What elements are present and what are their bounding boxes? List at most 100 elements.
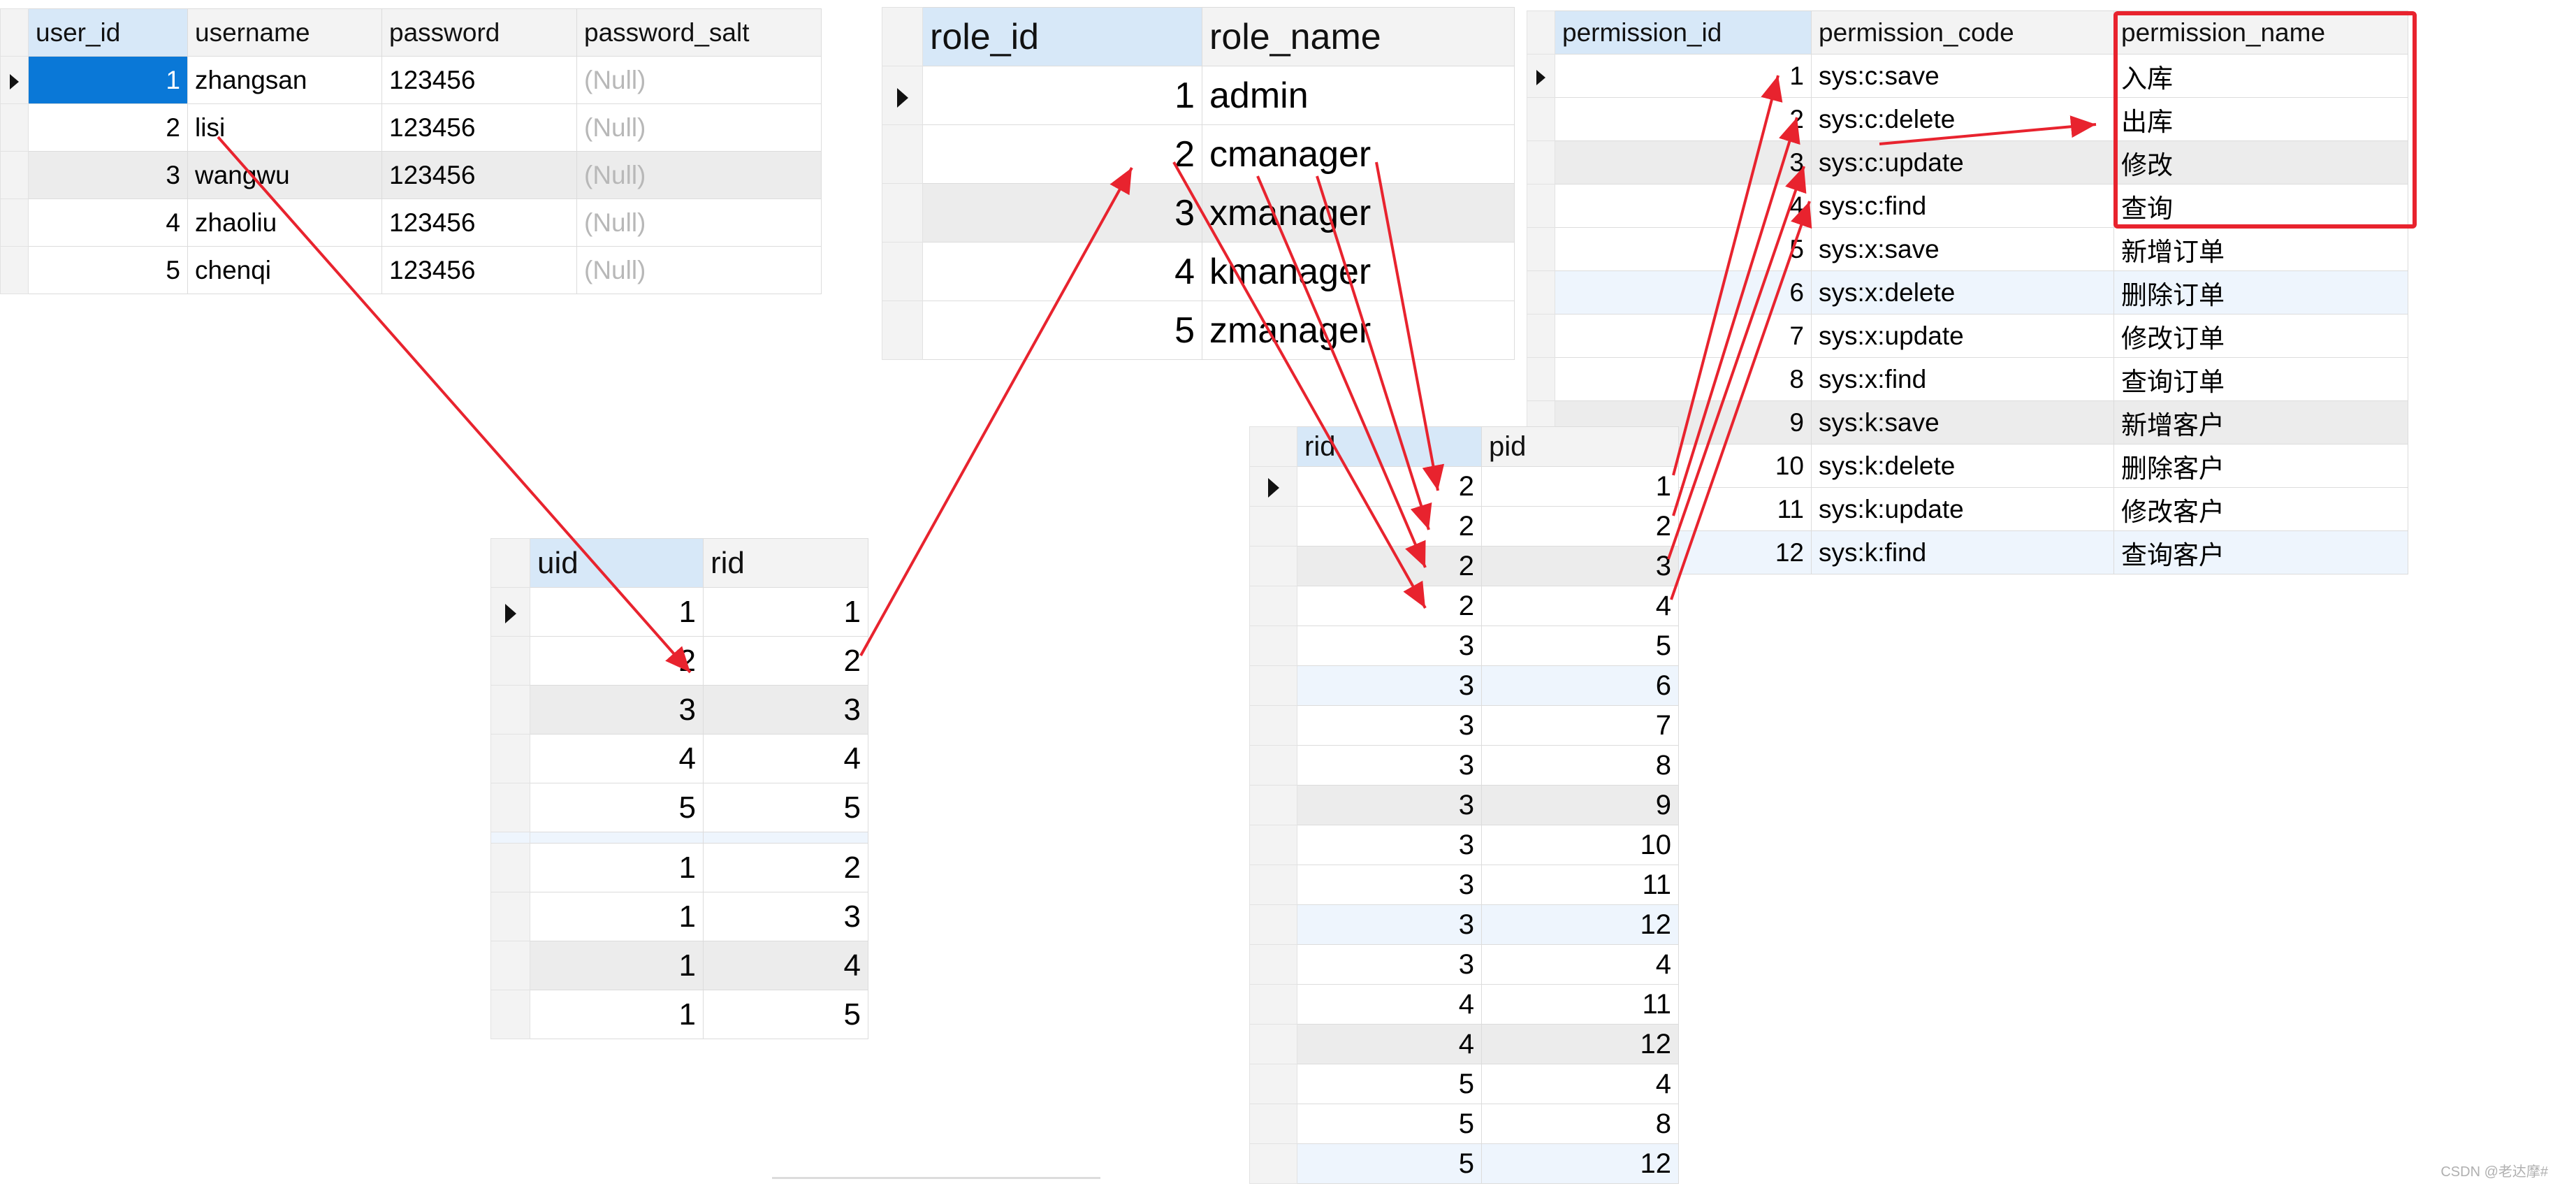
- table-row[interactable]: 5 12: [1249, 1143, 1679, 1184]
- cell-permission-id[interactable]: 8: [1555, 357, 1812, 401]
- table-row[interactable]: 1 2: [490, 843, 868, 892]
- cell-uid[interactable]: 1: [530, 892, 704, 941]
- cell-pid[interactable]: 12: [1481, 904, 1679, 945]
- cell-user-id[interactable]: 4: [28, 198, 188, 247]
- cell-uid[interactable]: 1: [530, 990, 704, 1039]
- cell-rid[interactable]: 4: [1297, 984, 1482, 1025]
- col-header-password[interactable]: password: [381, 8, 577, 57]
- cell-rid[interactable]: 4: [703, 941, 868, 990]
- table-row[interactable]: 5 5: [490, 783, 868, 832]
- cell-rid[interactable]: 5: [1297, 1143, 1482, 1184]
- cell-rid[interactable]: 5: [1297, 1104, 1482, 1144]
- cell-role-name[interactable]: cmanager: [1202, 124, 1515, 184]
- cell-rid[interactable]: 3: [703, 685, 868, 735]
- table-row[interactable]: 2 lisi 123456 (Null): [0, 103, 822, 152]
- cell-permission-code[interactable]: sys:x:delete: [1811, 270, 2114, 314]
- cell-pid[interactable]: 4: [1481, 1064, 1679, 1104]
- cell-username[interactable]: zhaoliu: [187, 198, 382, 247]
- cell-pid[interactable]: 2: [1481, 506, 1679, 547]
- col-header-rid[interactable]: rid: [703, 538, 868, 588]
- cell-role-name[interactable]: kmanager: [1202, 242, 1515, 301]
- cell-permission-id[interactable]: 5: [1555, 227, 1812, 271]
- cell-rid[interactable]: 5: [1297, 1064, 1482, 1104]
- cell-rid[interactable]: 3: [1297, 665, 1482, 706]
- cell-permission-name[interactable]: 修改订单: [2113, 314, 2408, 358]
- cell-permission-code[interactable]: sys:k:save: [1811, 400, 2114, 444]
- cell-pid[interactable]: 7: [1481, 705, 1679, 746]
- cell-role-name[interactable]: zmanager: [1202, 301, 1515, 360]
- cell-password-salt[interactable]: (Null): [576, 151, 822, 199]
- table-row[interactable]: 1 1: [490, 587, 868, 637]
- cell-password-salt[interactable]: (Null): [576, 56, 822, 104]
- cell-user-id[interactable]: 5: [28, 246, 188, 294]
- table-row[interactable]: 2 4: [1249, 586, 1679, 626]
- table-row[interactable]: 2 2: [1249, 506, 1679, 547]
- cell-pid[interactable]: 8: [1481, 745, 1679, 786]
- cell-permission-code[interactable]: sys:k:find: [1811, 530, 2114, 574]
- table-row[interactable]: 3 11: [1249, 865, 1679, 905]
- table-row[interactable]: 2 1: [1249, 466, 1679, 507]
- cell-rid[interactable]: 3: [1297, 944, 1482, 985]
- table-row[interactable]: 1 5: [490, 990, 868, 1039]
- cell-rid[interactable]: 3: [703, 892, 868, 941]
- table-row[interactable]: 2 3: [1249, 546, 1679, 586]
- cell-username[interactable]: chenqi: [187, 246, 382, 294]
- cell-permission-code[interactable]: sys:x:find: [1811, 357, 2114, 401]
- table-row[interactable]: 3 9: [1249, 785, 1679, 825]
- cell-rid[interactable]: 4: [1297, 1024, 1482, 1064]
- table-row[interactable]: 5 4: [1249, 1064, 1679, 1104]
- cell-pid[interactable]: 9: [1481, 785, 1679, 825]
- cell-permission-name[interactable]: 查询订单: [2113, 357, 2408, 401]
- cell-username[interactable]: lisi: [187, 103, 382, 152]
- cell-username[interactable]: wangwu: [187, 151, 382, 199]
- cell-rid[interactable]: 5: [703, 990, 868, 1039]
- cell-user-id[interactable]: 3: [28, 151, 188, 199]
- cell-permission-id[interactable]: 2: [1555, 97, 1812, 141]
- cell-pid[interactable]: 8: [1481, 1104, 1679, 1144]
- col-header-user-id[interactable]: user_id: [28, 8, 188, 57]
- cell-uid[interactable]: 3: [530, 685, 704, 735]
- cell-password-salt[interactable]: (Null): [576, 198, 822, 247]
- col-header-pid[interactable]: pid: [1481, 426, 1679, 467]
- cell-permission-name[interactable]: 查询客户: [2113, 530, 2408, 574]
- col-header-password-salt[interactable]: password_salt: [576, 8, 822, 57]
- table-row[interactable]: 1 3: [490, 892, 868, 941]
- cell-permission-id[interactable]: 3: [1555, 140, 1812, 185]
- cell-rid[interactable]: 3: [1297, 825, 1482, 865]
- cell-pid[interactable]: 10: [1481, 825, 1679, 865]
- table-row[interactable]: 5 chenqi 123456 (Null): [0, 246, 822, 294]
- cell-permission-code[interactable]: sys:x:save: [1811, 227, 2114, 271]
- cell-permission-id[interactable]: 6: [1555, 270, 1812, 314]
- table-row[interactable]: 4 4: [490, 734, 868, 783]
- table-row[interactable]: 6 sys:x:delete 删除订单: [1527, 270, 2408, 314]
- cell-rid[interactable]: 3: [1297, 785, 1482, 825]
- table-row[interactable]: 1 zhangsan 123456 (Null): [0, 56, 822, 104]
- cell-role-name[interactable]: xmanager: [1202, 183, 1515, 243]
- table-row[interactable]: 3 4: [1249, 944, 1679, 985]
- table-row[interactable]: 3 xmanager: [882, 183, 1515, 243]
- table-row[interactable]: 5 8: [1249, 1104, 1679, 1144]
- cell-permission-name[interactable]: 删除客户: [2113, 444, 2408, 488]
- cell-permission-name[interactable]: 修改客户: [2113, 487, 2408, 531]
- col-header-uid[interactable]: uid: [530, 538, 704, 588]
- table-row[interactable]: 5 zmanager: [882, 301, 1515, 360]
- cell-username[interactable]: zhangsan: [187, 56, 382, 104]
- cell-permission-name[interactable]: 新增订单: [2113, 227, 2408, 271]
- cell-rid[interactable]: 2: [1297, 506, 1482, 547]
- cell-permission-code[interactable]: sys:c:save: [1811, 54, 2114, 98]
- cell-rid[interactable]: 4: [703, 734, 868, 783]
- cell-rid[interactable]: 2: [1297, 586, 1482, 626]
- cell-pid[interactable]: 3: [1481, 546, 1679, 586]
- cell-rid[interactable]: 3: [1297, 625, 1482, 666]
- cell-password-salt[interactable]: (Null): [576, 246, 822, 294]
- cell-pid[interactable]: 12: [1481, 1143, 1679, 1184]
- cell-permission-code[interactable]: sys:c:find: [1811, 184, 2114, 228]
- cell-permission-code[interactable]: sys:c:update: [1811, 140, 2114, 185]
- cell-role-name[interactable]: admin: [1202, 66, 1515, 125]
- cell-user-id[interactable]: 1: [28, 56, 188, 104]
- cell-rid[interactable]: 3: [1297, 904, 1482, 945]
- cell-rid[interactable]: 2: [1297, 466, 1482, 507]
- table-row[interactable]: 8 sys:x:find 查询订单: [1527, 357, 2408, 401]
- table-row[interactable]: 3 3: [490, 685, 868, 735]
- cell-uid[interactable]: 1: [530, 843, 704, 892]
